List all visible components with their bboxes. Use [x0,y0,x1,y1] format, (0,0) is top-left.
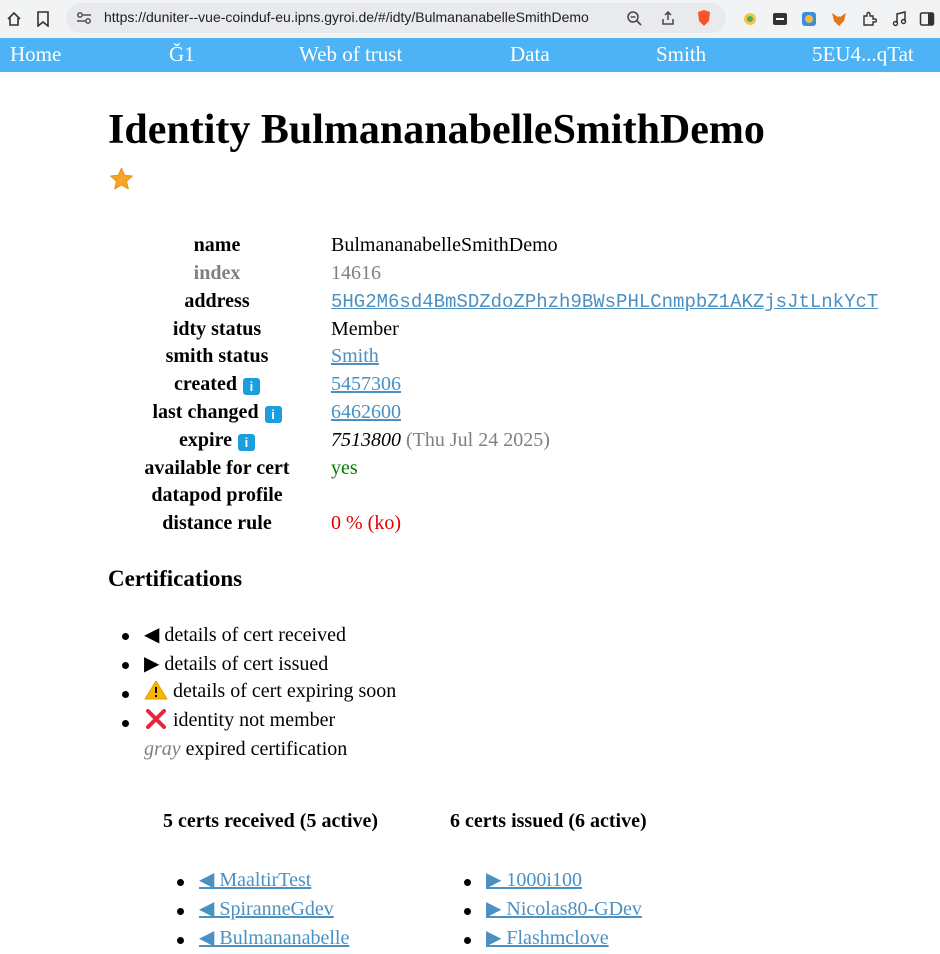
bullet-icon [177,937,184,944]
address-bar[interactable]: https://duniter--vue-coinduf-eu.ipns.gyr… [66,3,726,33]
value-expire: 7513800 (Thu Jul 24 2025) [331,429,550,452]
legend-expiring: details of cert expiring soon [144,680,396,703]
value-idty-status: Member [331,318,399,340]
bullet-icon [122,633,129,640]
media-icon[interactable] [889,9,909,29]
label-address: address [184,290,250,312]
info-icon[interactable]: i [242,378,260,395]
label-last-changed-text: last changed [152,401,259,423]
legend-expired-text: expired certification [185,738,348,760]
cert-issued-link[interactable]: ▶ Flashmclove [486,925,609,950]
legend-not-member-text: identity not member [173,709,336,731]
label-datapod-profile: datapod profile [151,484,283,506]
legend-received-text: details of cert received [164,624,346,646]
nav-home[interactable]: Home [10,42,61,67]
certs-received-header: 5 certs received (5 active) [163,810,379,832]
cert-received-link[interactable]: ◀ SpiranneGdev [199,896,334,921]
bullet-icon [464,937,471,944]
value-distance-rule: 0 % (ko) [331,512,401,534]
bookmark-icon[interactable] [33,9,53,29]
browser-toolbar: https://duniter--vue-coinduf-eu.ipns.gyr… [0,0,940,38]
cert-received-link[interactable]: ◀ MaaltirTest [199,867,311,892]
nav-data[interactable]: Data [510,42,550,67]
bullet-icon [464,879,471,886]
triangle-left-icon: ◀ [144,624,160,646]
value-created[interactable]: 5457306 [331,373,401,396]
star-icon[interactable] [108,166,135,197]
value-expire-date: (Thu Jul 24 2025) [406,429,550,451]
extensions-puzzle-icon[interactable] [859,9,879,29]
site-nav: Home Ğ1 Web of trust Data Smith 5EU4...q… [0,38,940,72]
page-title: Identity BulmananabelleSmithDemo [108,107,765,153]
value-expire-block: 7513800 [331,429,401,451]
value-index: 14616 [331,262,381,284]
metamask-fox-icon[interactable] [829,9,849,29]
nav-account[interactable]: 5EU4...qTat [812,42,914,67]
bullet-icon [177,879,184,886]
value-available-for-cert: yes [331,457,358,479]
label-idty-status: idty status [172,318,262,340]
label-expire-text: expire [179,429,232,451]
label-created: created i [104,373,330,396]
bullet-icon [122,720,129,727]
info-icon[interactable]: i [264,406,282,423]
triangle-right-icon: ▶ [144,653,160,675]
legend-issued: ▶ details of cert issued [144,651,328,676]
value-address[interactable]: 5HG2M6sd4BmSDZdoZPhzh9BWsPHLCnmpbZ1AKZjs… [331,291,878,313]
extension-palette-icon[interactable] [799,9,819,29]
info-icon[interactable]: i [237,434,255,451]
legend-received: ◀ details of cert received [144,622,346,647]
legend-expired: gray expired certification [144,738,347,761]
label-expire: expire i [104,429,330,452]
certs-issued-column: 6 certs issued (6 active) [450,810,647,833]
label-last-changed: last changed i [104,401,330,424]
value-smith-status[interactable]: Smith [331,345,379,368]
certs-issued-header: 6 certs issued (6 active) [450,810,647,832]
legend-gray-word: gray [144,738,181,760]
label-index: index [193,262,241,284]
legend-not-member: identity not member [144,709,335,732]
nav-web-of-trust[interactable]: Web of trust [299,42,402,67]
cross-mark-icon [146,709,166,729]
certifications-heading: Certifications [108,566,243,591]
bullet-icon [177,908,184,915]
nav-g1[interactable]: Ğ1 [169,42,195,67]
nav-smith[interactable]: Smith [656,42,706,67]
legend-issued-text: details of cert issued [164,653,329,675]
share-icon[interactable] [658,8,678,28]
legend-expiring-text: details of cert expiring soon [173,680,397,702]
cert-received-link[interactable]: ◀ Bulmananabelle [199,925,349,950]
label-name: name [193,234,241,256]
zoom-icon[interactable] [624,8,644,28]
cert-issued-link[interactable]: ▶ Nicolas80-GDev [486,896,642,921]
value-name: BulmananabelleSmithDemo [331,234,558,256]
sidebar-icon[interactable] [917,9,937,29]
value-last-changed[interactable]: 6462600 [331,401,401,424]
cert-issued-link[interactable]: ▶ 1000i100 [486,867,582,892]
label-smith-status: smith status [165,345,269,367]
certs-received-column: 5 certs received (5 active) [163,810,378,833]
brave-shield-icon[interactable] [694,8,714,28]
label-available-for-cert: available for cert [144,457,290,479]
label-distance-rule: distance rule [162,512,272,534]
bullet-icon [464,908,471,915]
warning-icon [144,680,168,700]
home-icon[interactable] [4,9,24,29]
extension-dark-icon[interactable] [770,9,790,29]
extension-color-icon[interactable] [740,9,760,29]
url-text: https://duniter--vue-coinduf-eu.ipns.gyr… [104,9,589,25]
site-settings-icon[interactable] [74,8,94,28]
bullet-icon [122,691,129,698]
label-created-text: created [174,373,237,395]
bullet-icon [122,662,129,669]
